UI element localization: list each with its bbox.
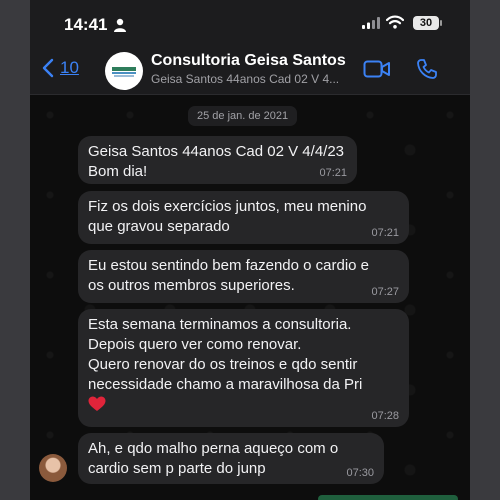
status-bar: 14:41 30 <box>30 0 470 46</box>
group-avatar[interactable] <box>105 52 143 90</box>
sender-avatar[interactable] <box>39 454 67 482</box>
message-bubble[interactable]: Eu estou sentindo bem fazendo o cardio e… <box>78 250 409 303</box>
logo-icon <box>112 67 136 77</box>
message-bubble[interactable]: Esta semana terminamos a consultoria. De… <box>78 309 409 427</box>
message-bubble[interactable]: Fiz os dois exercícios juntos, meu menin… <box>78 191 409 244</box>
phone-call-icon[interactable] <box>416 58 438 80</box>
message-list[interactable]: 25 de jan. de 2021 Geisa Santos 44anos C… <box>30 95 470 500</box>
phone-screen: 14:41 30 10 Consultoria Geisa Santos Gei… <box>30 0 470 500</box>
heart-emoji-icon <box>88 396 106 411</box>
unread-count[interactable]: 10 <box>60 58 79 78</box>
status-time: 14:41 <box>64 15 108 34</box>
chat-title[interactable]: Consultoria Geisa Santos <box>151 52 346 70</box>
message-time: 07:30 <box>346 467 374 479</box>
chat-header: 10 Consultoria Geisa Santos Geisa Santos… <box>30 46 470 95</box>
message-text: Fiz os dois exercícios juntos, meu menin… <box>88 198 367 235</box>
date-separator: 25 de jan. de 2021 <box>188 106 298 126</box>
message-text: Bom dia! <box>88 163 148 180</box>
chat-subtitle[interactable]: Geisa Santos 44anos Cad 02 V 4... <box>151 72 339 86</box>
wifi-icon <box>386 15 404 29</box>
message-time: 07:28 <box>371 410 399 422</box>
message-time: 07:27 <box>371 286 399 298</box>
message-time: 07:21 <box>319 167 347 179</box>
message-time: 07:21 <box>371 227 399 239</box>
battery-indicator: 30 <box>413 16 439 30</box>
back-button[interactable]: 10 <box>42 58 79 78</box>
battery-nub <box>440 20 442 26</box>
signal-icon <box>362 17 380 29</box>
video-call-icon[interactable] <box>363 59 391 79</box>
person-icon <box>114 18 126 32</box>
message-sender: Geisa Santos 44anos Cad 02 V 4/4/23 <box>88 143 345 160</box>
message-text: Eu estou sentindo bem fazendo o cardio e… <box>88 257 370 294</box>
outgoing-bubble-edge[interactable] <box>318 495 458 500</box>
chevron-left-icon <box>42 58 54 78</box>
message-text: Esta semana terminamos a consultoria. De… <box>88 316 363 393</box>
message-text: Ah, e qdo malho perna aqueço com o cardi… <box>88 440 339 477</box>
message-bubble[interactable]: Geisa Santos 44anos Cad 02 V 4/4/23 Bom … <box>78 136 357 184</box>
message-bubble[interactable]: Ah, e qdo malho perna aqueço com o cardi… <box>78 433 384 484</box>
